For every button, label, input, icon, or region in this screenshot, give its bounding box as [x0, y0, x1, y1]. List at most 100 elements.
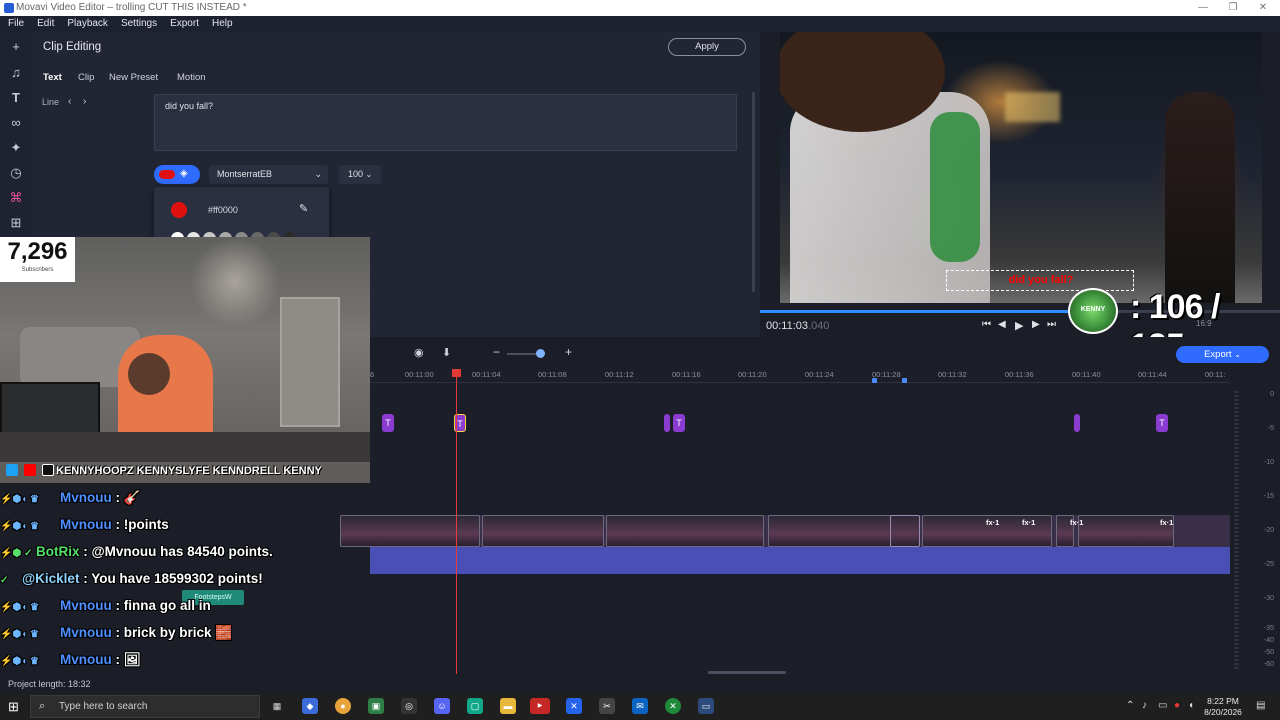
menu-settings[interactable]: Settings: [113, 16, 162, 32]
menu-export[interactable]: Export: [162, 16, 204, 32]
task-view-icon[interactable]: ▦: [269, 698, 285, 714]
sticker-icon[interactable]: ⌘: [6, 188, 26, 208]
outlook-icon[interactable]: ✉: [632, 698, 648, 714]
menu-help[interactable]: Help: [204, 16, 238, 32]
xbox-icon[interactable]: ✕: [665, 698, 681, 714]
chrome-icon[interactable]: ●: [335, 698, 351, 714]
obs-icon[interactable]: ◎: [401, 698, 417, 714]
record-icon[interactable]: ◉: [414, 346, 424, 359]
discord-icon[interactable]: ☺: [434, 698, 450, 714]
eyedropper-icon[interactable]: ✎: [299, 202, 308, 215]
export-button[interactable]: Export ⌄: [1176, 346, 1269, 363]
timeline[interactable]: 6 00:11:00 00:11:04 00:11:08 00:11:12 00…: [182, 369, 1230, 674]
prev-frame-icon[interactable]: ◀: [998, 319, 1006, 330]
notifications-icon[interactable]: ▤: [1256, 700, 1265, 711]
capcut-icon[interactable]: ✂: [599, 698, 615, 714]
play-icon[interactable]: ▶: [1015, 319, 1023, 332]
minimize-button[interactable]: —: [1186, 0, 1220, 16]
ruler-tick: 00:11:08: [538, 370, 567, 379]
chevron-down-icon: ⌄: [365, 170, 373, 179]
caption-text-input[interactable]: did you fall?: [154, 94, 737, 151]
caption-bounding-box[interactable]: did you fall?: [946, 270, 1134, 291]
windows-start-icon[interactable]: ⊞: [8, 699, 19, 715]
close-button[interactable]: ✕: [1246, 0, 1280, 16]
preview-video[interactable]: did you fall?: [780, 32, 1262, 303]
level-label: -50: [1263, 649, 1274, 656]
menu-edit[interactable]: Edit: [29, 16, 59, 32]
video-clip[interactable]: [890, 515, 920, 547]
ruler-marker[interactable]: [872, 378, 877, 383]
twitter-icon: [6, 464, 18, 476]
video-clip[interactable]: [482, 515, 604, 547]
line-next-button[interactable]: ›: [83, 96, 86, 107]
microphone-icon[interactable]: ⬇: [442, 346, 451, 359]
app-icon-teal[interactable]: ▢: [467, 698, 483, 714]
ruler-marker[interactable]: [902, 378, 907, 383]
title-clip[interactable]: T: [673, 414, 685, 432]
color-hex-value[interactable]: #ff0000: [208, 205, 238, 215]
line-prev-button[interactable]: ‹: [68, 96, 71, 107]
video-editor-icon[interactable]: ▶: [530, 698, 550, 714]
zoom-in-icon[interactable]: +: [565, 345, 572, 359]
title-clip[interactable]: [664, 414, 670, 432]
chat-text: : finna go all in: [111, 598, 211, 613]
tray-chevron-icon[interactable]: ⌃: [1126, 700, 1134, 711]
video-figure-detail: [930, 112, 980, 262]
next-frame-icon[interactable]: ▶: [1032, 319, 1040, 330]
panel-scrollbar[interactable]: [752, 92, 755, 292]
clock-icon[interactable]: ◷: [6, 163, 26, 183]
more-tools-icon[interactable]: ⊞: [6, 213, 26, 233]
video-clip[interactable]: [340, 515, 480, 547]
title-clip[interactable]: T: [382, 414, 394, 432]
text-color-button[interactable]: ◈: [154, 165, 200, 184]
restore-button[interactable]: ❐: [1216, 0, 1250, 16]
timeline-scrollbar[interactable]: [708, 671, 786, 674]
tab-text[interactable]: Text: [43, 72, 62, 83]
social-handles-text: KENNYHOOPZ KENNYSLYFE KENNDRELL KENNY: [56, 465, 322, 477]
font-size-select[interactable]: 100 ⌄: [339, 165, 381, 184]
video-track[interactable]: fx·1 fx·1 fx·1 fx·1: [340, 515, 1230, 547]
playhead[interactable]: [456, 369, 457, 674]
tab-motion[interactable]: Motion: [177, 72, 206, 83]
microphone-tray-icon[interactable]: ♪: [1142, 700, 1147, 711]
magic-wand-icon[interactable]: ✦: [6, 138, 26, 158]
fx-badge: fx·1: [1022, 518, 1036, 527]
youtube-icon: [24, 464, 36, 476]
taskbar-clock[interactable]: 8:22 PM 8/20/2026: [1198, 696, 1248, 718]
volume-icon[interactable]: ◖: [1188, 700, 1194, 711]
file-explorer-icon[interactable]: ▬: [500, 698, 516, 714]
skip-end-icon[interactable]: ⏭: [1047, 319, 1056, 330]
text-icon[interactable]: T: [6, 88, 26, 108]
title-clip[interactable]: [1074, 414, 1080, 432]
webcam-desk: [0, 432, 370, 462]
movavi-icon[interactable]: ✕: [566, 698, 582, 714]
tab-new-preset[interactable]: New Preset: [109, 72, 158, 83]
level-label: -40: [1263, 637, 1274, 644]
app-icon-blue[interactable]: ▭: [698, 698, 714, 714]
skip-start-icon[interactable]: ⏮: [982, 319, 991, 330]
menu-file[interactable]: File: [0, 16, 29, 32]
zoom-out-icon[interactable]: −: [493, 345, 500, 359]
search-placeholder: Type here to search: [59, 701, 148, 712]
music-icon[interactable]: ♫: [6, 63, 26, 83]
copilot-icon[interactable]: ◆: [302, 698, 318, 714]
tab-clip[interactable]: Clip: [78, 72, 94, 83]
transitions-icon[interactable]: ∞: [6, 113, 26, 133]
apply-button[interactable]: Apply: [668, 38, 746, 56]
audio-track[interactable]: [370, 547, 1230, 574]
title-clip[interactable]: T: [1156, 414, 1168, 432]
store-icon[interactable]: ▣: [368, 698, 384, 714]
recording-icon[interactable]: ●: [1174, 700, 1180, 711]
font-select[interactable]: MontserratEB ⌄: [209, 165, 328, 184]
taskbar-search[interactable]: ⌕ Type here to search: [30, 695, 260, 718]
timeline-toolbar: ◉ ⬇ − + Export ⌄: [370, 337, 1280, 369]
timeline-ruler[interactable]: 6 00:11:00 00:11:04 00:11:08 00:11:12 00…: [370, 369, 1230, 383]
network-icon[interactable]: ▭: [1158, 700, 1167, 711]
plus-icon[interactable]: +: [6, 37, 26, 57]
ruler-tick: 00:11:04: [472, 370, 501, 379]
playhead-handle[interactable]: [452, 369, 461, 377]
zoom-slider-knob[interactable]: [536, 349, 545, 358]
chat-badges-icon: ⚡⬢◖ ♛: [0, 629, 39, 640]
menu-playback[interactable]: Playback: [59, 16, 113, 32]
video-clip[interactable]: [606, 515, 764, 547]
